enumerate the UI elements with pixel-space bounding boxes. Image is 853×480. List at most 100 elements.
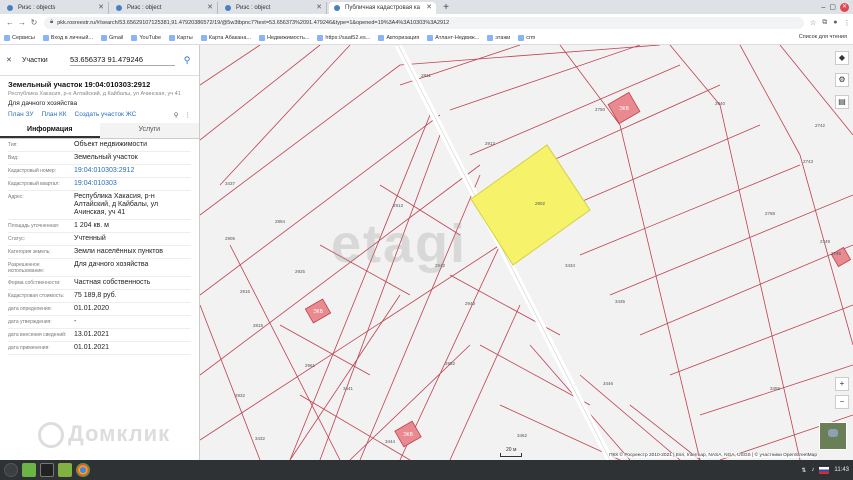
bookmark-icon — [131, 34, 138, 41]
property-value: Частная собственность — [74, 279, 151, 286]
parcel-number-label: 2742 — [815, 123, 826, 128]
property-value: 01.01.2021 — [74, 344, 110, 351]
bookmark-item[interactable]: Gmail — [101, 34, 123, 41]
close-tab-icon[interactable]: ✕ — [426, 3, 432, 11]
map-canvas[interactable]: ЭКВ ЭКВ ЭКВ 2911 2912 2902 2913 2940 2742 2743 274… — [200, 45, 853, 460]
search-input[interactable]: 53.656373 91.479246 — [70, 55, 175, 66]
language-flag-icon[interactable] — [819, 466, 830, 474]
tab-info[interactable]: Информация — [0, 123, 100, 138]
property-row: Статус: Учтенный — [8, 233, 191, 246]
forward-icon[interactable]: → — [16, 18, 28, 27]
browser-tab-bar: Риэс : objects ✕ Риэс : object ✕ Риэс : ob… — [0, 0, 853, 14]
plan-kk-link[interactable]: План КК — [41, 111, 66, 119]
bookmark-icon — [317, 34, 324, 41]
zoom-in-button[interactable]: + — [835, 377, 849, 391]
bookmark-item[interactable]: Карты — [169, 34, 193, 41]
close-tab-icon[interactable]: ✕ — [207, 3, 213, 11]
bookmark-icon — [101, 34, 108, 41]
close-tab-icon[interactable]: ✕ — [98, 3, 104, 11]
print-icon[interactable]: ▤ — [835, 95, 849, 109]
volume-icon[interactable]: ♪ — [811, 467, 814, 473]
bookmark-item[interactable]: Вход в личный... — [42, 34, 93, 41]
more-icon[interactable]: ⋮ — [185, 111, 192, 119]
bookmark-item[interactable]: этажи — [487, 34, 510, 41]
parcel-boundary — [200, 64, 401, 216]
browser-tab[interactable]: Риэс : object ✕ — [111, 2, 218, 14]
property-key: дата внесения сведений: — [8, 332, 67, 338]
folder-icon[interactable] — [58, 463, 72, 477]
bookmark-item[interactable]: Недвижимость... — [258, 34, 309, 41]
zoom-out-button[interactable]: − — [835, 395, 849, 409]
cadastral-map[interactable]: ЭКВ ЭКВ ЭКВ 2911 2912 2902 2913 2940 2742 2743 274… — [200, 45, 853, 460]
property-value[interactable]: 19:04:010303 — [74, 180, 191, 188]
clock[interactable]: 11:43 — [834, 467, 849, 473]
measure-icon[interactable]: ⚙ — [835, 73, 849, 87]
search-type-select[interactable]: Участки — [22, 57, 66, 64]
parcel-number-label: 2743 — [803, 159, 814, 164]
bookmark-item[interactable]: Атлант-Недвиж... — [427, 34, 479, 41]
reading-list[interactable]: Список для чтения — [799, 34, 847, 40]
parcel-number-label: 2750 — [595, 107, 606, 112]
parcel-number-label: 3444 — [385, 439, 396, 444]
star-icon[interactable]: ☆ — [810, 19, 816, 27]
create-plot-link[interactable]: Создать участок ЖС — [75, 111, 137, 119]
back-icon[interactable]: ← — [4, 18, 16, 27]
extensions-icon[interactable]: ⧉ — [822, 19, 827, 27]
property-value: Земельный участок — [74, 154, 138, 161]
browser-tab[interactable]: Риэс : objects ✕ — [2, 2, 109, 14]
network-icon[interactable]: ⇅ — [801, 467, 806, 474]
etagi-watermark: etagi — [331, 214, 468, 274]
browser-tab[interactable]: Риэс : object ✕ — [220, 2, 327, 14]
parcel-boundary — [579, 164, 801, 256]
start-menu-icon[interactable] — [4, 463, 18, 477]
url-input[interactable]: 🔒︎ pkk.rosreestr.ru/#/search/53.65629107… — [44, 16, 804, 29]
property-row: Форма собственности: Частная собственност… — [8, 277, 191, 290]
browser-tab-active[interactable]: Публичная кадастровая ка ✕ — [329, 2, 436, 14]
bookmark-item[interactable]: crm — [518, 34, 535, 41]
property-key: Разрешенное использование: — [8, 262, 45, 274]
chrome-icon[interactable] — [76, 463, 90, 477]
property-key: Вид: — [8, 155, 19, 161]
profile-icon[interactable]: ● — [833, 19, 837, 27]
new-tab-button[interactable]: + — [439, 2, 453, 14]
bookmark-item[interactable]: Сервисы — [4, 34, 35, 41]
tab-services[interactable]: Услуги — [99, 123, 199, 138]
favicon-icon — [7, 5, 13, 11]
bookmark-icon — [4, 34, 10, 41]
bookmark-item[interactable]: YouTube — [131, 34, 161, 41]
terminal-icon[interactable] — [40, 463, 54, 477]
parcel-number-label: 2913 — [393, 203, 404, 208]
taskbar: ⇅ ♪ 11:43 — [0, 460, 853, 480]
desktop-icon[interactable] — [22, 463, 36, 477]
property-value: Республика Хакасия, р-н Алтайский, д Кай… — [74, 193, 159, 216]
property-value: - — [74, 318, 77, 325]
zoom-icon[interactable]: ⚲ — [174, 111, 179, 119]
minimap[interactable] — [819, 422, 847, 450]
close-tab-icon[interactable]: ✕ — [316, 3, 322, 11]
close-icon[interactable]: ✕ — [6, 56, 14, 64]
bookmark-item[interactable]: https://saat52.es... — [317, 34, 370, 41]
parcel-boundary — [469, 64, 681, 156]
search-icon[interactable]: ⚲ — [181, 55, 193, 66]
domklik-logo-icon — [38, 422, 64, 449]
parcel-number-label: 2905 — [225, 236, 236, 241]
parcel-boundary — [399, 45, 661, 66]
parcel-number-label: 2745 — [831, 251, 842, 256]
parcel-number-label: 3462 — [517, 433, 528, 438]
parcel-number-label: 3434 — [565, 263, 576, 268]
parcel-boundary — [299, 394, 411, 460]
plan-zu-link[interactable]: План ЗУ — [8, 111, 33, 119]
minimize-icon[interactable]: – — [821, 4, 825, 11]
layers-icon[interactable]: ◆ — [835, 51, 849, 65]
menu-icon[interactable]: ⋮ — [844, 19, 851, 27]
favicon-icon — [225, 5, 231, 11]
close-window-icon[interactable]: ✕ — [840, 2, 849, 12]
property-key: дата применения: — [8, 345, 50, 351]
bookmark-item[interactable]: Авторизация — [378, 34, 419, 41]
parcel-number-label: 2749 — [820, 239, 831, 244]
reload-icon[interactable]: ↻ — [28, 18, 40, 27]
bookmark-item[interactable]: Карта Абакана... — [200, 34, 251, 41]
parcel-number-label: 2940 — [715, 101, 726, 106]
property-value[interactable]: 19:04:010303:2912 — [74, 167, 191, 175]
maximize-icon[interactable]: ▢ — [829, 3, 836, 11]
